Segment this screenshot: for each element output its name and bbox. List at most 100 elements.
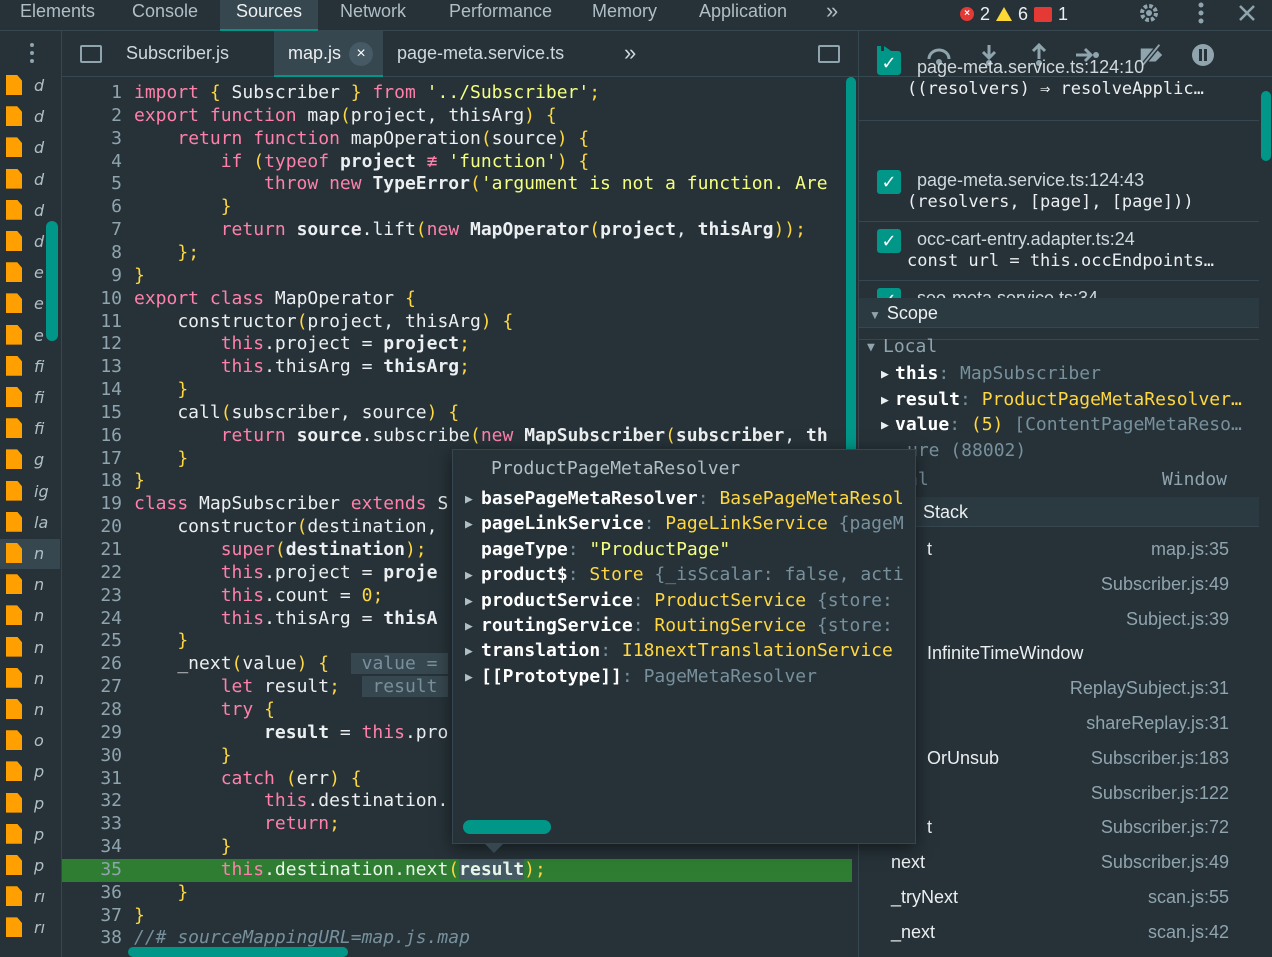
local-scope-header[interactable]: ▼ Local xyxy=(859,336,1259,361)
tab-performance[interactable]: Performance xyxy=(449,0,552,31)
tab-sources[interactable]: Sources xyxy=(220,0,319,31)
navigator-file-item[interactable]: n xyxy=(0,633,60,663)
code-line[interactable]: 5 throw new TypeError('argument is not a… xyxy=(62,173,852,196)
scope-variable[interactable]: ▶ value: (5) [ContentPageMetaReso… xyxy=(859,414,1259,439)
line-number[interactable]: 26 xyxy=(62,653,122,674)
frame-location[interactable]: Subscriber.js:49 xyxy=(1101,852,1229,873)
line-number[interactable]: 5 xyxy=(62,173,122,194)
line-number[interactable]: 22 xyxy=(62,562,122,583)
close-devtools-icon[interactable] xyxy=(1232,0,1262,26)
frame-location[interactable]: map.js:35 xyxy=(1151,539,1229,560)
popover-property[interactable]: ▶ productService: ProductService {store: xyxy=(453,590,915,615)
navigator-file-item[interactable]: n xyxy=(0,601,60,631)
line-number[interactable]: 6 xyxy=(62,196,122,217)
popover-property[interactable]: ▶ product$: Store {_isScalar: false, acti xyxy=(453,564,915,589)
navigator-file-item[interactable]: d xyxy=(0,102,60,132)
frame-location[interactable]: Subject.js:39 xyxy=(1126,609,1229,630)
navigator-file-item[interactable]: fi xyxy=(0,352,60,382)
frame-location[interactable]: Subscriber.js:122 xyxy=(1091,783,1229,804)
line-number[interactable]: 14 xyxy=(62,379,122,400)
navigator-file-item[interactable]: rı xyxy=(0,882,60,912)
line-number[interactable]: 11 xyxy=(62,311,122,332)
navigator-file-item[interactable]: fi xyxy=(0,414,60,444)
checkmark-icon[interactable]: ✓ xyxy=(877,229,901,253)
frame-location[interactable]: scan.js:42 xyxy=(1148,922,1229,943)
navigator-file-item[interactable]: o xyxy=(0,726,60,756)
line-number[interactable]: 9 xyxy=(62,265,122,286)
line-number[interactable]: 1 xyxy=(62,82,122,103)
call-frame[interactable]: Subscriber.js:49 xyxy=(859,570,1259,604)
call-frame[interactable]: t Subscriber.js:72 xyxy=(859,813,1259,847)
expand-triangle-icon[interactable]: ▶ xyxy=(881,418,889,433)
popover-scrollbar[interactable] xyxy=(463,820,551,834)
line-number[interactable]: 27 xyxy=(62,676,122,697)
editor-horizontal-scrollbar[interactable] xyxy=(128,947,348,957)
frame-location[interactable]: ReplaySubject.js:31 xyxy=(1070,678,1229,699)
expand-triangle-icon[interactable]: ▶ xyxy=(465,492,473,507)
line-number[interactable]: 24 xyxy=(62,608,122,629)
variable-hover-popover[interactable]: ProductPageMetaResolver ▶ basePageMetaRes… xyxy=(452,449,916,844)
code-line[interactable]: 6 } xyxy=(62,196,852,219)
code-line[interactable]: 11 constructor(project, thisArg) { xyxy=(62,311,852,334)
navigator-menu-icon[interactable] xyxy=(24,43,40,73)
expand-triangle-icon[interactable]: ▶ xyxy=(465,619,473,634)
navigator-file-item[interactable]: g xyxy=(0,445,60,475)
frame-location[interactable]: scan.js:55 xyxy=(1148,887,1229,908)
checkmark-icon[interactable]: ✓ xyxy=(877,51,901,75)
expand-triangle-icon[interactable]: ▶ xyxy=(881,367,889,382)
call-frame[interactable]: _tryNext scan.js:55 xyxy=(859,883,1259,917)
line-number[interactable]: 13 xyxy=(62,356,122,377)
code-line[interactable]: 36 } xyxy=(62,882,852,905)
breakpoint-item[interactable]: ✓ page-meta.service.ts:124:10 ((resolvers)… xyxy=(859,51,1259,121)
expand-triangle-icon[interactable]: ▶ xyxy=(465,670,473,685)
frame-location[interactable]: Subscriber.js:183 xyxy=(1091,748,1229,769)
call-frame[interactable]: Subscriber.js:122 xyxy=(859,779,1259,813)
popover-property[interactable]: ▶ [[Prototype]]: PageMetaResolver xyxy=(453,666,915,691)
line-number[interactable]: 36 xyxy=(62,882,122,903)
current-execution-line[interactable]: 35 this.destination.next(result); xyxy=(62,858,852,882)
line-number[interactable]: 16 xyxy=(62,425,122,446)
expand-triangle-icon[interactable]: ▶ xyxy=(465,568,473,583)
popover-property[interactable]: ▶ basePageMetaResolver: BasePageMetaResol xyxy=(453,488,915,513)
line-number[interactable]: 8 xyxy=(62,242,122,263)
scope-section-header[interactable]: ▼ Scope xyxy=(859,298,1259,328)
tab-application[interactable]: Application xyxy=(699,0,787,31)
code-line[interactable]: 4 if (typeof project ≢ 'function') { xyxy=(62,151,852,174)
code-line[interactable]: 10 export class MapOperator { xyxy=(62,288,852,311)
line-number[interactable]: 4 xyxy=(62,151,122,172)
breakpoint-item[interactable]: ✓ page-meta.service.ts:124:43 (resolvers, … xyxy=(859,164,1259,222)
navigator-file-item[interactable]: d xyxy=(0,133,60,163)
navigator-file-item[interactable]: n xyxy=(0,695,60,725)
expand-triangle-icon[interactable]: ▶ xyxy=(465,517,473,532)
line-number[interactable]: 31 xyxy=(62,768,122,789)
frame-location[interactable]: Subscriber.js:49 xyxy=(1101,574,1229,595)
line-number[interactable]: 23 xyxy=(62,585,122,606)
navigator-file-item[interactable]: n xyxy=(0,539,60,569)
navigator-file-item[interactable]: n xyxy=(0,664,60,694)
code-line[interactable]: 2 export function map(project, thisArg) { xyxy=(62,105,852,128)
navigator-file-item[interactable]: p xyxy=(0,789,60,819)
call-frame[interactable]: Subject.js:39 xyxy=(859,605,1259,639)
code-line[interactable]: 9} xyxy=(62,265,852,288)
expand-triangle-icon[interactable]: ▶ xyxy=(881,393,889,408)
line-number[interactable]: 7 xyxy=(62,219,122,240)
line-number[interactable]: 25 xyxy=(62,630,122,651)
expand-triangle-icon[interactable]: ▶ xyxy=(465,644,473,659)
call-stack-section-header[interactable]: Stack xyxy=(859,497,1259,527)
toggle-navigator-icon[interactable] xyxy=(80,45,102,63)
close-tab-icon[interactable]: × xyxy=(349,42,374,67)
editor-tab-page-meta-service[interactable]: page-meta.service.ts xyxy=(397,31,564,77)
line-number[interactable]: 2 xyxy=(62,105,122,126)
call-frame[interactable]: shareReplay.js:31 xyxy=(859,709,1259,743)
tab-elements[interactable]: Elements xyxy=(20,0,95,31)
call-frame[interactable]: nextSubscriber.js:49 xyxy=(859,953,1259,957)
line-number[interactable]: 10 xyxy=(62,288,122,309)
checkmark-icon[interactable]: ✓ xyxy=(877,170,901,194)
navigator-file-item[interactable]: p xyxy=(0,820,60,850)
line-number[interactable]: 29 xyxy=(62,722,122,743)
navigator-file-item[interactable]: rı xyxy=(0,913,60,943)
code-line[interactable]: 12 this.project = project; xyxy=(62,333,852,356)
code-line[interactable]: 7 return source.lift(new MapOperator(pro… xyxy=(62,219,852,242)
scope-variable[interactable]: ▶ this: MapSubscriber xyxy=(859,363,1259,388)
popover-property[interactable]: ▶ translation: I18nextTranslationService xyxy=(453,640,915,665)
